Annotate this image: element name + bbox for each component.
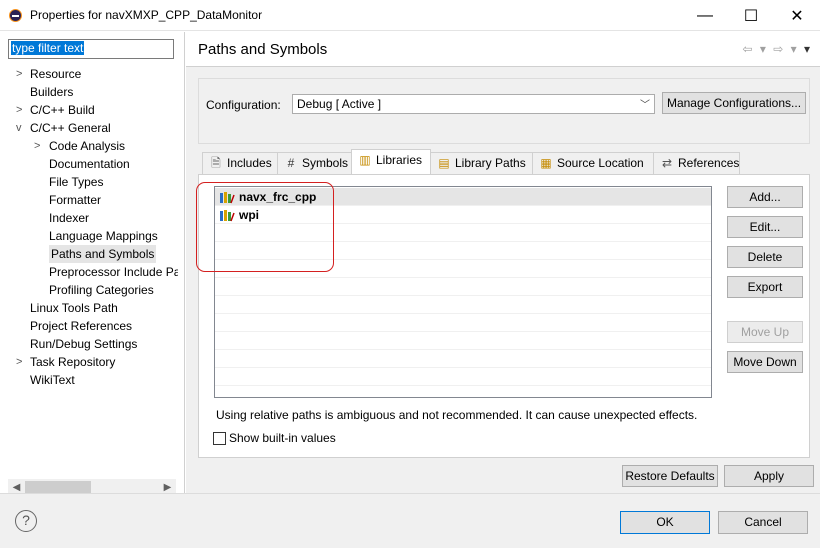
tree-item[interactable]: Task Repository — [30, 353, 115, 371]
forward-dropdown-icon[interactable]: ▾ — [791, 42, 799, 56]
collapsed-chevron-icon[interactable]: > — [16, 101, 22, 119]
configuration-value: Debug [ Active ] — [297, 97, 382, 111]
tree-item[interactable]: Language Mappings — [49, 227, 158, 245]
configuration-label: Configuration: — [206, 98, 281, 112]
edit-button[interactable]: Edit... — [727, 216, 803, 238]
page-header: Paths and Symbols ⇦ ▾ ⇨ ▾ ▾ — [186, 32, 820, 67]
filter-input[interactable]: type filter text — [8, 39, 174, 59]
property-page-tree-panel: type filter text > Resource Builders > C/C++… — [0, 32, 185, 496]
tab-label: Symbols — [302, 156, 349, 170]
page-title: Paths and Symbols — [198, 41, 328, 58]
tree-item[interactable]: Paths and Symbols — [49, 245, 157, 263]
maximize-button[interactable]: ☐ — [728, 0, 774, 31]
eclipse-app-icon — [9, 9, 22, 22]
empty-list-row — [215, 368, 711, 386]
tab-label: References — [678, 156, 740, 170]
configuration-select[interactable]: Debug [ Active ] ﹀ — [292, 94, 655, 114]
export-button[interactable]: Export — [727, 276, 803, 298]
tree-item[interactable]: Resource — [30, 65, 81, 83]
tree-item[interactable]: Project References — [30, 317, 132, 335]
tree-item[interactable]: C/C++ General — [30, 119, 111, 137]
tab-includes[interactable]: 🗎 Includes — [202, 152, 278, 174]
source-folder-icon: ▦ — [540, 156, 552, 170]
tree-item[interactable]: File Types — [49, 173, 103, 191]
restore-defaults-button[interactable]: Restore Defaults — [622, 465, 718, 487]
hash-icon: # — [287, 156, 295, 170]
tab-symbols[interactable]: # Symbols — [277, 152, 352, 174]
relative-paths-warning: Using relative paths is ambiguous and no… — [216, 408, 698, 422]
title-bar: Properties for navXMXP_CPP_DataMonitor —… — [0, 0, 820, 31]
library-icon: ▥ — [359, 153, 371, 167]
apply-button[interactable]: Apply — [724, 465, 814, 487]
tab-source-location[interactable]: ▦ Source Location — [532, 152, 654, 174]
window-title: Properties for navXMXP_CPP_DataMonitor — [30, 8, 263, 22]
move-up-button[interactable]: Move Up — [727, 321, 803, 343]
empty-list-row — [215, 314, 711, 332]
empty-list-row — [215, 278, 711, 296]
tree-item[interactable]: Profiling Categories — [49, 281, 154, 299]
tab-library-paths[interactable]: ▤ Library Paths — [430, 152, 533, 174]
show-built-in-checkbox[interactable] — [213, 432, 226, 445]
empty-list-row — [215, 332, 711, 350]
tab-label: Libraries — [376, 153, 423, 167]
tree-item[interactable]: Builders — [30, 83, 73, 101]
collapsed-chevron-icon[interactable]: > — [16, 353, 22, 371]
delete-button[interactable]: Delete — [727, 246, 803, 268]
tab-label: Library Paths — [455, 156, 526, 170]
annotation-highlight — [196, 182, 334, 272]
tree-item[interactable]: Indexer — [49, 209, 89, 227]
tree-item[interactable]: Preprocessor Include Pa — [49, 263, 178, 281]
library-folder-icon: ▤ — [438, 156, 450, 170]
chevron-down-icon: ﹀ — [640, 100, 650, 111]
tree-item[interactable]: Code Analysis — [49, 137, 125, 155]
filter-text: type filter text — [11, 41, 85, 55]
tab-label: Includes — [227, 156, 272, 170]
add-button[interactable]: Add... — [727, 186, 803, 208]
references-icon: ⇄ — [661, 156, 673, 170]
minimize-button[interactable]: — — [682, 0, 728, 31]
tab-libraries[interactable]: ▥ Libraries — [351, 149, 431, 174]
move-down-button[interactable]: Move Down — [727, 351, 803, 373]
page-navigation: ⇦ ▾ ⇨ ▾ ▾ — [742, 42, 812, 56]
tree-item[interactable]: Run/Debug Settings — [30, 335, 137, 353]
tree-item[interactable]: C/C++ Build — [30, 101, 95, 119]
property-tree: > Resource Builders > C/C++ Build v C/C++ Gene… — [0, 63, 178, 483]
collapsed-chevron-icon[interactable]: > — [16, 65, 22, 83]
back-arrow-icon[interactable]: ⇦ — [742, 42, 754, 56]
empty-list-row — [215, 296, 711, 314]
show-built-in-label: Show built-in values — [229, 431, 336, 445]
include-file-icon: 🗎 — [211, 156, 221, 170]
manage-configurations-button[interactable]: Manage Configurations... — [662, 92, 806, 114]
dialog-footer: ? OK Cancel — [0, 493, 820, 548]
configuration-group: Configuration: Debug [ Active ] ﹀ Manage… — [198, 78, 810, 144]
cancel-button[interactable]: Cancel — [718, 511, 808, 534]
view-menu-icon[interactable]: ▾ — [804, 42, 812, 56]
tree-item[interactable]: Formatter — [49, 191, 101, 209]
back-dropdown-icon[interactable]: ▾ — [760, 42, 768, 56]
help-icon[interactable]: ? — [15, 510, 37, 532]
close-button[interactable]: ✕ — [774, 0, 820, 31]
tree-item[interactable]: Linux Tools Path — [30, 299, 118, 317]
tree-item[interactable]: WikiText — [30, 371, 75, 389]
collapsed-chevron-icon[interactable]: > — [34, 137, 40, 155]
ok-button[interactable]: OK — [620, 511, 710, 534]
empty-list-row — [215, 350, 711, 368]
tab-references[interactable]: ⇄ References — [653, 152, 740, 174]
forward-arrow-icon[interactable]: ⇨ — [773, 42, 785, 56]
expanded-chevron-icon[interactable]: v — [16, 119, 22, 137]
tree-item[interactable]: Documentation — [49, 155, 130, 173]
tab-label: Source Location — [557, 156, 644, 170]
